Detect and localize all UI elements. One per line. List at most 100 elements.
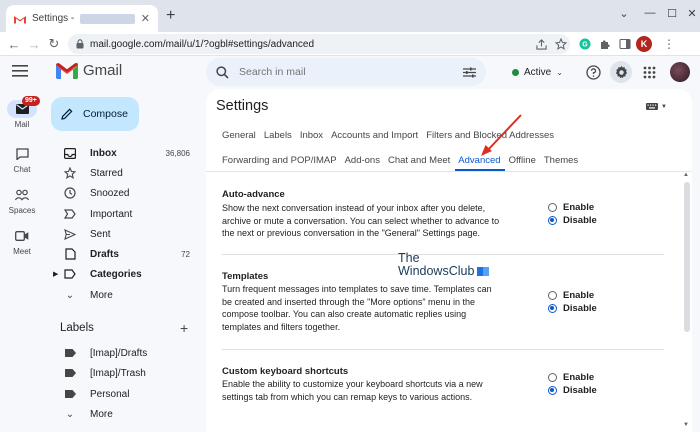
templates-enable-option[interactable]: Enable: [548, 290, 594, 301]
templates-disable-radio[interactable]: [548, 304, 557, 313]
auto-advance-enable-option[interactable]: Enable: [548, 202, 594, 213]
account-avatar[interactable]: [670, 62, 690, 82]
browser-tab[interactable]: Settings - ✕: [6, 5, 158, 32]
browser-menu-icon[interactable]: ⋮: [660, 35, 678, 53]
drafts-count: 72: [181, 249, 190, 259]
tab-close-icon[interactable]: ✕: [141, 12, 150, 25]
nav-important[interactable]: Important: [50, 204, 200, 224]
nav-more[interactable]: ⌄ More: [50, 285, 200, 305]
rail-meet[interactable]: Meet: [0, 227, 44, 256]
rail-chat[interactable]: Chat: [0, 145, 44, 174]
templates-disable-label: Disable: [563, 303, 597, 314]
shortcuts-enable-radio[interactable]: [548, 373, 557, 382]
status-selector[interactable]: Active ⌄: [506, 62, 569, 82]
nav-drafts[interactable]: Drafts 72: [50, 244, 200, 264]
pencil-icon: [61, 108, 73, 120]
tab-general[interactable]: General: [222, 130, 264, 141]
meet-icon: [7, 227, 37, 245]
labels-more[interactable]: ⌄ More: [50, 404, 200, 424]
tab-themes[interactable]: Themes: [544, 155, 586, 166]
input-tools-button[interactable]: ▼: [646, 103, 667, 110]
scrollbar-thumb[interactable]: [684, 182, 690, 332]
labels-more-label: More: [90, 408, 113, 420]
label-item[interactable]: [Imap]/Trash: [50, 363, 200, 383]
nav-sent[interactable]: Sent: [50, 224, 200, 244]
forward-icon[interactable]: →: [24, 34, 44, 54]
auto-advance-disable-option[interactable]: Disable: [548, 215, 597, 226]
status-dot: [512, 68, 519, 76]
side-panel-icon[interactable]: [616, 35, 634, 53]
help-icon[interactable]: [583, 62, 603, 82]
settings-gear-icon[interactable]: [610, 61, 632, 83]
gmail-logo[interactable]: Gmail: [56, 62, 122, 79]
expand-arrow-icon[interactable]: ▶: [53, 270, 58, 278]
compose-label: Compose: [83, 108, 128, 120]
templates-disable-option[interactable]: Disable: [548, 303, 597, 314]
setting-desc-auto-advance: Show the next conversation instead of yo…: [222, 203, 500, 238]
shortcuts-disable-radio[interactable]: [548, 386, 557, 395]
shortcuts-enable-option[interactable]: Enable: [548, 372, 594, 383]
gmail-favicon-icon: [14, 14, 26, 24]
apps-grid-icon[interactable]: [639, 62, 659, 82]
setting-title-auto-advance: Auto-advance: [222, 189, 285, 200]
auto-advance-disable-radio[interactable]: [548, 216, 557, 225]
compose-button[interactable]: Compose: [51, 97, 139, 131]
back-icon[interactable]: ←: [4, 34, 24, 54]
bookmark-star-icon[interactable]: [552, 35, 570, 53]
add-label-button[interactable]: +: [180, 321, 188, 335]
label-tag-icon: [58, 369, 82, 377]
star-icon: [58, 167, 82, 179]
shortcuts-disable-option[interactable]: Disable: [548, 385, 597, 396]
nav-starred[interactable]: Starred: [50, 163, 200, 183]
label-item-text: Personal: [90, 388, 130, 400]
lock-icon: [76, 39, 84, 49]
profile-avatar[interactable]: K: [636, 36, 652, 52]
scroll-down-arrow-icon[interactable]: ▼: [683, 422, 689, 428]
close-window-button[interactable]: ✕: [674, 4, 700, 22]
shortcuts-enable-label: Enable: [563, 372, 595, 383]
label-tag-icon: [58, 390, 82, 398]
inbox-icon: [58, 147, 82, 159]
mail-icon: 99+: [7, 96, 40, 118]
search-icon[interactable]: [216, 65, 229, 79]
tab-title: Settings -: [32, 13, 75, 24]
tab-accounts-and-import[interactable]: Accounts and Import: [331, 130, 426, 141]
label-item[interactable]: [Imap]/Drafts: [50, 343, 200, 363]
tab-labels[interactable]: Labels: [264, 130, 300, 141]
auto-advance-disable-label: Disable: [563, 215, 597, 226]
search-options-icon[interactable]: [463, 67, 476, 78]
nav-snoozed[interactable]: Snoozed: [50, 183, 200, 203]
rail-spaces[interactable]: Spaces: [0, 186, 44, 215]
browser-tab-strip: Settings - ✕ + ⌄ — ☐ ✕: [0, 0, 700, 32]
section-divider: [222, 349, 664, 350]
label-item[interactable]: Personal: [50, 384, 200, 404]
main-menu-icon[interactable]: [12, 65, 28, 77]
nav-sent-label: Sent: [90, 228, 111, 240]
nav-inbox[interactable]: Inbox 36,806: [50, 143, 200, 163]
grammarly-extension-icon[interactable]: G: [576, 35, 594, 53]
tab-forwarding-pop-imap[interactable]: Forwarding and POP/IMAP: [222, 155, 345, 166]
rail-mail[interactable]: 99+ Mail: [0, 96, 44, 129]
reload-icon[interactable]: ↻: [44, 34, 64, 54]
nav-categories[interactable]: ▶ Categories: [50, 264, 200, 284]
address-bar[interactable]: mail.google.com/mail/u/1/?ogbl#settings/…: [68, 34, 570, 54]
chevron-down-icon: ⌄: [556, 67, 563, 77]
share-icon[interactable]: [532, 35, 550, 53]
setting-title-custom-keyboard-shortcuts: Custom keyboard shortcuts: [222, 366, 349, 377]
extensions-puzzle-icon[interactable]: [596, 35, 614, 53]
tab-inbox[interactable]: Inbox: [300, 130, 331, 141]
auto-advance-enable-radio[interactable]: [548, 203, 557, 212]
tab-add-ons[interactable]: Add-ons: [345, 155, 388, 166]
nav-important-label: Important: [90, 208, 133, 220]
nav-starred-label: Starred: [90, 167, 123, 179]
watermark: The WindowsClub: [398, 252, 490, 278]
tabs-divider: [206, 171, 692, 172]
templates-enable-radio[interactable]: [548, 291, 557, 300]
new-tab-button[interactable]: +: [166, 8, 175, 24]
search-input[interactable]: [239, 66, 453, 78]
scroll-up-arrow-icon[interactable]: ▲: [683, 172, 689, 178]
labels-heading: Labels: [60, 322, 94, 334]
chat-icon: [7, 145, 37, 163]
tab-chat-and-meet[interactable]: Chat and Meet: [388, 155, 458, 166]
keyboard-icon: [646, 103, 658, 110]
